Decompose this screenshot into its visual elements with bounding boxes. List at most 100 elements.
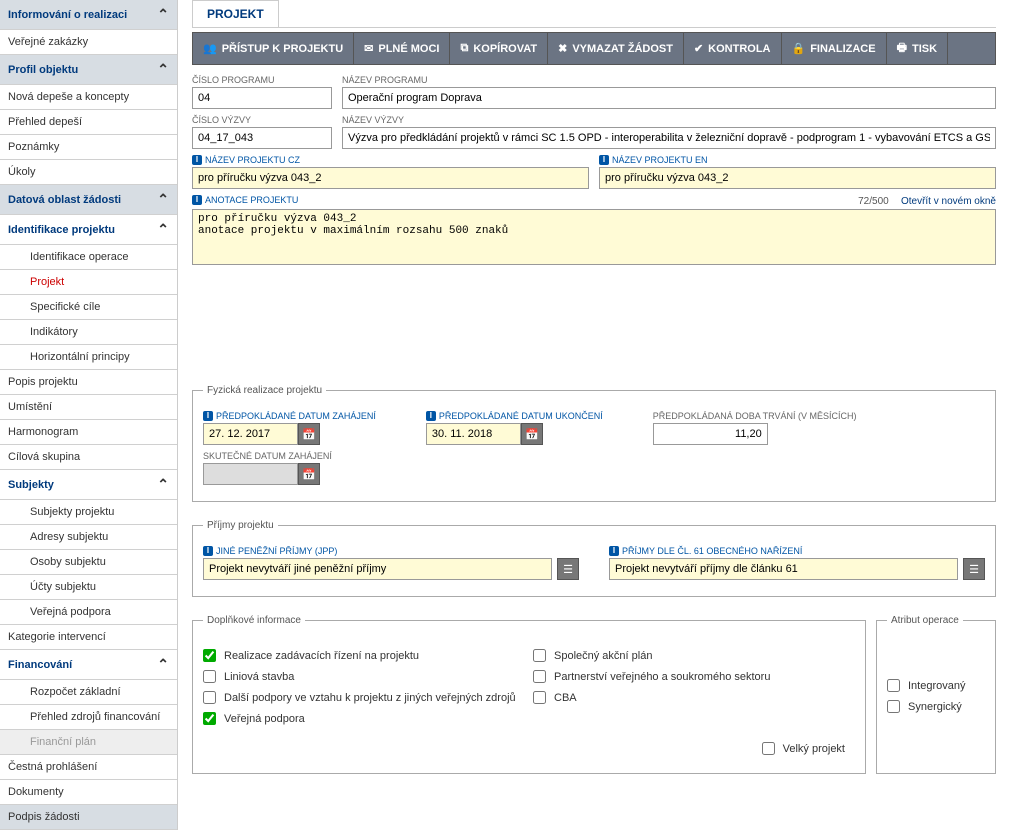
checkbox-synergicky[interactable]: [887, 700, 900, 713]
sidebar-item-adresy[interactable]: Adresy subjektu: [0, 525, 177, 550]
fieldset-supp: Doplňkové informace Realizace zadávacích…: [192, 615, 866, 774]
checkbox-partnerstvi[interactable]: [533, 670, 546, 683]
label-real-start: SKUTEČNÉ DATUM ZAHÁJENÍ: [203, 451, 332, 461]
calendar-icon[interactable]: 📅: [521, 423, 543, 445]
label-call-num: ČÍSLO VÝZVY: [192, 115, 332, 125]
chevron-up-icon: ⌃: [157, 656, 169, 673]
sidebar-item-ucty[interactable]: Účty subjektu: [0, 575, 177, 600]
input-duration[interactable]: [653, 423, 768, 445]
checkbox-realizace[interactable]: [203, 649, 216, 662]
calendar-icon[interactable]: 📅: [298, 463, 320, 485]
sidebar-item-cile[interactable]: Specifické cíle: [0, 295, 177, 320]
toolbar-vymazat[interactable]: ✖VYMAZAT ŽÁDOST: [548, 33, 684, 64]
checkbox-spolecny[interactable]: [533, 649, 546, 662]
lock-icon: 🔒: [792, 42, 806, 55]
label-c1: Realizace zadávacích řízení na projektu: [224, 650, 419, 662]
legend-income: Příjmy projektu: [203, 520, 278, 531]
sidebar-item-prehled[interactable]: Přehled depeší: [0, 110, 177, 135]
sidebar-item-zdroje[interactable]: Přehled zdrojů financování: [0, 705, 177, 730]
sidebar-header-identifikace[interactable]: Identifikace projektu⌃: [0, 215, 177, 245]
sidebar-item-ukoly[interactable]: Úkoly: [0, 160, 177, 185]
label-c6: Partnerství veřejného a soukromého sekto…: [554, 671, 770, 683]
input-jpp[interactable]: [203, 558, 552, 580]
sidebar-item-kategorie[interactable]: Kategorie intervencí: [0, 625, 177, 650]
sidebar-item-rozpocet[interactable]: Rozpočet základní: [0, 680, 177, 705]
textarea-anno[interactable]: [192, 209, 996, 265]
input-prog-num[interactable]: [192, 87, 332, 109]
fieldset-income: Příjmy projektu iJINÉ PENĚŽNÍ PŘÍJMY (JP…: [192, 520, 996, 597]
copy-icon: ⧉: [460, 42, 468, 55]
info-icon: i: [203, 411, 213, 421]
sidebar-item-zakazky[interactable]: Veřejné zakázky: [0, 30, 177, 55]
users-icon: 👥: [203, 42, 217, 55]
sidebar-header-profil[interactable]: Profil objektu⌃: [0, 55, 177, 85]
sidebar: Informování o realizaci⌃ Veřejné zakázky…: [0, 0, 178, 830]
sidebar-item-horizontalni[interactable]: Horizontální principy: [0, 345, 177, 370]
label-c8: Velký projekt: [783, 743, 845, 755]
label-prog-num: ČÍSLO PROGRAMU: [192, 75, 332, 85]
chevron-up-icon: ⌃: [157, 191, 169, 208]
sidebar-item-idoperace[interactable]: Identifikace operace: [0, 245, 177, 270]
toolbar-kontrola[interactable]: ✔KONTROLA: [684, 33, 782, 64]
sidebar-item-subjproj[interactable]: Subjekty projektu: [0, 500, 177, 525]
input-cl61[interactable]: [609, 558, 958, 580]
checkbox-integrovany[interactable]: [887, 679, 900, 692]
checkbox-dalsi[interactable]: [203, 691, 216, 704]
sidebar-item-poznamky[interactable]: Poznámky: [0, 135, 177, 160]
sidebar-item-umisteni[interactable]: Umístění: [0, 395, 177, 420]
label-call-name: NÁZEV VÝZVY: [342, 115, 996, 125]
input-date-end[interactable]: [426, 423, 521, 445]
sidebar-item-projekt[interactable]: Projekt: [0, 270, 177, 295]
label-a1: Integrovaný: [908, 680, 965, 692]
checkbox-velky[interactable]: [762, 742, 775, 755]
calendar-icon[interactable]: 📅: [298, 423, 320, 445]
select-icon[interactable]: ☰: [557, 558, 579, 580]
sidebar-item-verejna[interactable]: Veřejná podpora: [0, 600, 177, 625]
tab-projekt[interactable]: PROJEKT: [192, 0, 279, 27]
chevron-up-icon: ⌃: [157, 476, 169, 493]
toolbar-tisk[interactable]: 🖶TISK: [887, 33, 948, 64]
sidebar-item-cilova[interactable]: Cílová skupina: [0, 445, 177, 470]
toolbar-pristup[interactable]: 👥PŘÍSTUP K PROJEKTU: [193, 33, 354, 64]
checkbox-verejna[interactable]: [203, 712, 216, 725]
sidebar-item-podpis[interactable]: Podpis žádosti: [0, 805, 177, 830]
sidebar-item-popis[interactable]: Popis projektu: [0, 370, 177, 395]
sidebar-header-subjekty[interactable]: Subjekty⌃: [0, 470, 177, 500]
sidebar-item-depese[interactable]: Nová depeše a koncepty: [0, 85, 177, 110]
label-prog-name: NÁZEV PROGRAMU: [342, 75, 996, 85]
sidebar-header-datova[interactable]: Datová oblast žádosti⌃: [0, 185, 177, 215]
sidebar-item-cestna[interactable]: Čestná prohlášení: [0, 755, 177, 780]
input-real-start[interactable]: [203, 463, 298, 485]
toolbar-plnemoci[interactable]: ✉PLNÉ MOCI: [354, 33, 450, 64]
sidebar-header-financovani[interactable]: Financování⌃: [0, 650, 177, 680]
label-proj-en: iNÁZEV PROJEKTU EN: [599, 155, 996, 165]
delete-icon: ✖: [558, 42, 567, 55]
input-prog-name[interactable]: [342, 87, 996, 109]
info-icon: i: [599, 155, 609, 165]
input-proj-en[interactable]: [599, 167, 996, 189]
checkbox-liniova[interactable]: [203, 670, 216, 683]
print-icon: 🖶: [897, 39, 907, 58]
input-proj-cz[interactable]: [192, 167, 589, 189]
sidebar-item-osoby[interactable]: Osoby subjektu: [0, 550, 177, 575]
sidebar-item-finplan[interactable]: Finanční plán: [0, 730, 177, 755]
open-new-window-link[interactable]: Otevřít v novém okně: [901, 196, 996, 207]
toolbar-finalizace[interactable]: 🔒FINALIZACE: [782, 33, 887, 64]
sidebar-item-harmonogram[interactable]: Harmonogram: [0, 420, 177, 445]
input-call-name[interactable]: [342, 127, 996, 149]
sidebar-item-indikatory[interactable]: Indikátory: [0, 320, 177, 345]
main-content: PROJEKT 👥PŘÍSTUP K PROJEKTU ✉PLNÉ MOCI ⧉…: [178, 0, 1010, 830]
label-c5: Společný akční plán: [554, 650, 652, 662]
char-counter: 72/500: [858, 196, 889, 207]
input-call-num[interactable]: [192, 127, 332, 149]
label-date-end: iPŘEDPOKLÁDANÉ DATUM UKONČENÍ: [426, 411, 603, 421]
sidebar-header-realizace[interactable]: Informování o realizaci⌃: [0, 0, 177, 30]
label-duration: PŘEDPOKLÁDANÁ DOBA TRVÁNÍ (V MĚSÍCÍCH): [653, 411, 857, 421]
toolbar-kopirovat[interactable]: ⧉KOPÍROVAT: [450, 33, 548, 64]
label-a2: Synergický: [908, 701, 962, 713]
sidebar-item-dokumenty[interactable]: Dokumenty: [0, 780, 177, 805]
input-date-start[interactable]: [203, 423, 298, 445]
select-icon[interactable]: ☰: [963, 558, 985, 580]
fieldset-phys: Fyzická realizace projektu iPŘEDPOKLÁDAN…: [192, 385, 996, 502]
checkbox-cba[interactable]: [533, 691, 546, 704]
